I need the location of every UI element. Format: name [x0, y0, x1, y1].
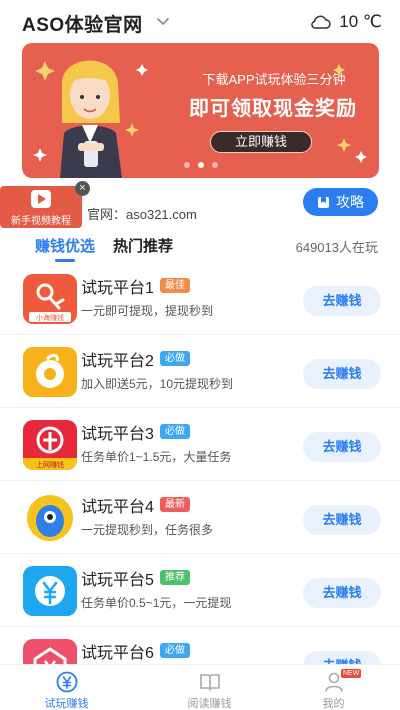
app-icon-4 — [23, 493, 77, 543]
banner-title: 即可领取现金奖励 — [189, 98, 357, 120]
item-name: 试玩平台1 — [81, 280, 154, 297]
app-title[interactable]: ASO体验官网 — [22, 10, 143, 37]
nav-read-earn[interactable]: 阅读赚钱 — [143, 665, 276, 710]
video-tutorial-label: 新手视频教程 — [11, 216, 71, 227]
book-icon — [200, 674, 220, 691]
app-icon-caption: 上网赚钱 — [36, 460, 64, 469]
list-item[interactable]: 试玩平台4 最新 一元提现秒到，任务很多 去赚钱 — [0, 481, 400, 554]
go-earn-button[interactable]: 去赚钱 — [303, 578, 381, 608]
item-description: 一元提现秒到，任务很多 — [81, 523, 214, 537]
close-icon[interactable]: × — [75, 181, 90, 196]
list-item[interactable]: 试玩平台2 必做 加入即送5元，10元提现秒到 去赚钱 — [0, 335, 400, 408]
item-name: 试玩平台4 — [81, 499, 154, 516]
cloud-icon — [311, 15, 332, 29]
badge-best: 最佳 — [160, 278, 190, 293]
app-icon-5 — [23, 566, 77, 616]
banner-subtitle: 下载APP试玩体验三分钟 — [202, 72, 346, 87]
badge-must-do: 必做 — [160, 351, 190, 366]
temperature-label: 10 ℃ — [339, 12, 382, 31]
new-badge: NEW — [341, 669, 362, 678]
chevron-down-icon[interactable] — [156, 14, 170, 28]
nav-label: 阅读赚钱 — [187, 698, 232, 710]
badge-must-do: 必做 — [160, 424, 190, 439]
go-earn-button[interactable]: 去赚钱 — [303, 432, 381, 462]
item-name: 试玩平台6 — [81, 645, 154, 662]
list-item[interactable]: 上网赚钱 试玩平台3 必做 任务单价1~1.5元，大量任务 去赚钱 — [0, 408, 400, 481]
carousel-indicator — [22, 162, 379, 168]
weather-widget: 10 ℃ — [309, 12, 382, 32]
app-icon-caption: 小海赚钱 — [36, 313, 64, 322]
item-name: 试玩平台5 — [81, 572, 154, 589]
yen-coin-icon — [56, 671, 78, 693]
nav-profile[interactable]: NEW 我的 — [267, 665, 400, 710]
badge-newest: 最新 — [160, 497, 190, 512]
nav-label: 我的 — [322, 698, 345, 710]
carousel-dot[interactable] — [211, 162, 218, 168]
go-earn-button[interactable]: 去赚钱 — [303, 505, 381, 535]
video-tutorial-button[interactable]: 新手视频教程 — [0, 186, 82, 228]
app-icon-2 — [23, 347, 77, 397]
go-earn-button[interactable]: 去赚钱 — [303, 286, 381, 316]
nav-label: 试玩赚钱 — [44, 698, 89, 710]
list-item[interactable]: 试玩平台5 推荐 任务单价0.5~1元，一元提现 去赚钱 — [0, 554, 400, 627]
item-description: 任务单价0.5~1元，一元提现 — [81, 596, 232, 610]
item-name: 试玩平台3 — [81, 426, 154, 443]
earn-now-button[interactable]: 立即赚钱 — [210, 131, 312, 153]
online-count: 649013人在玩 — [295, 240, 378, 255]
nav-trial-earn[interactable]: 试玩赚钱 — [0, 665, 133, 710]
badge-must-do: 必做 — [160, 643, 190, 658]
item-name: 试玩平台2 — [81, 353, 154, 370]
guide-label: 攻略 — [336, 194, 364, 210]
guide-button[interactable]: 攻略 — [303, 188, 378, 216]
play-icon — [31, 190, 51, 208]
promo-banner[interactable]: 下载APP试玩体验三分钟 即可领取现金奖励 立即赚钱 — [22, 43, 379, 178]
site-url: 官网：aso321.com — [87, 207, 197, 222]
bookmark-icon — [318, 196, 329, 208]
list-tabs: 赚钱优选 热门推荐 649013人在玩 — [0, 235, 400, 265]
badge-recommend: 推荐 — [160, 570, 190, 585]
app-header: ASO体验官网 10 ℃ — [0, 0, 400, 42]
tab-hot-recommend[interactable]: 热门推荐 — [113, 235, 173, 256]
carousel-dot-active[interactable] — [197, 162, 204, 168]
list-item[interactable]: 小海赚钱 试玩平台1 最佳 一元即可提现，提现秒到 去赚钱 — [0, 262, 400, 335]
item-description: 一元即可提现，提现秒到 — [81, 304, 214, 318]
bottom-nav: 试玩赚钱 阅读赚钱 NEW 我的 — [0, 664, 400, 710]
item-description: 加入即送5元，10元提现秒到 — [81, 377, 234, 391]
go-earn-button[interactable]: 去赚钱 — [303, 359, 381, 389]
app-icon-3: 上网赚钱 — [23, 420, 77, 470]
carousel-dot[interactable] — [183, 162, 190, 168]
app-icon-1: 小海赚钱 — [23, 274, 77, 324]
item-description: 任务单价1~1.5元，大量任务 — [81, 450, 232, 464]
tab-earn-picks[interactable]: 赚钱优选 — [35, 235, 95, 256]
